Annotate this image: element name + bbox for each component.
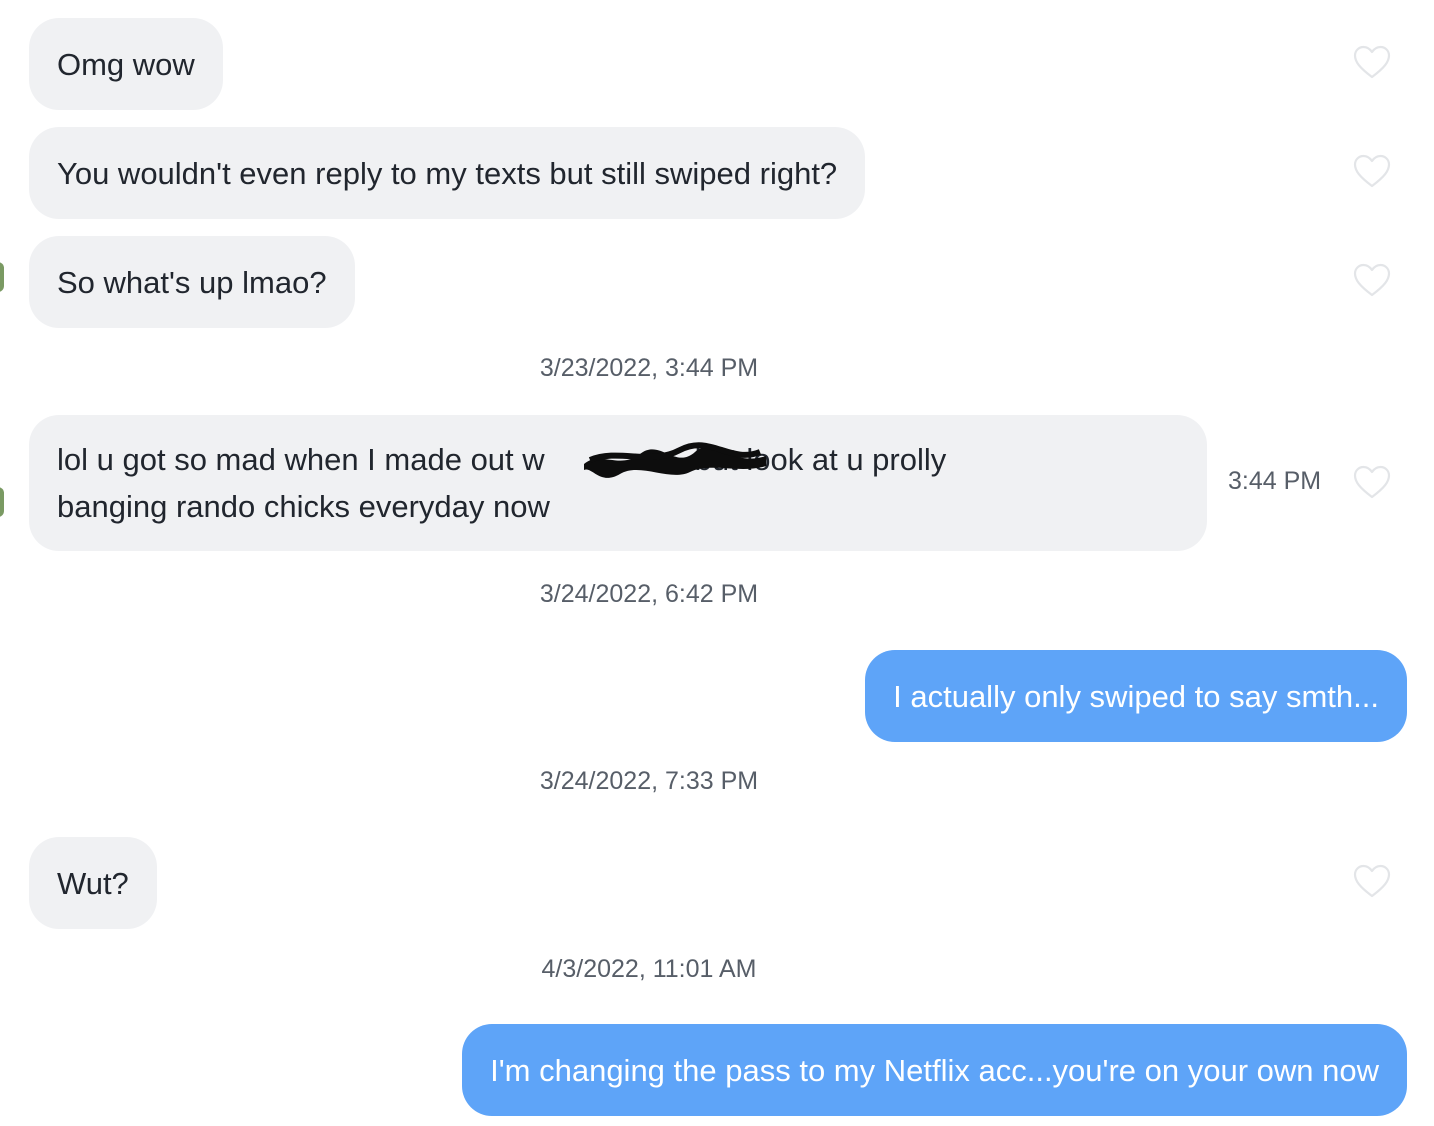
date-separator: 4/3/2022, 11:01 AM — [541, 955, 757, 983]
avatar[interactable] — [0, 262, 4, 292]
avatar[interactable] — [0, 487, 4, 517]
message-bubble-incoming[interactable]: So what's up lmao? — [29, 236, 355, 328]
heart-outline-icon[interactable] — [1352, 43, 1392, 83]
message-bubble-incoming[interactable]: You wouldn't even reply to my texts but … — [29, 127, 866, 219]
message-bubble-outgoing[interactable]: I'm changing the pass to my Netflix acc.… — [462, 1024, 1407, 1116]
heart-outline-icon[interactable] — [1352, 152, 1392, 192]
heart-outline-icon[interactable] — [1352, 862, 1392, 902]
message-bubble-incoming[interactable]: lol u got so mad when I made out w but lo… — [29, 415, 1207, 551]
message-text: You wouldn't even reply to my texts but … — [57, 155, 838, 191]
chat-thread: Omg wow You wouldn't even reply to my te… — [0, 0, 1434, 1126]
date-separator: 3/24/2022, 6:42 PM — [539, 580, 759, 608]
message-text: Wut? — [57, 865, 129, 901]
message-bubble-incoming[interactable]: Wut? — [29, 837, 157, 929]
date-separator: 3/24/2022, 7:33 PM — [539, 767, 759, 795]
message-text: I actually only swiped to say smth... — [893, 678, 1379, 714]
message-text-line-2: banging rando chicks everyday now — [57, 489, 550, 524]
message-text: Omg wow — [57, 46, 195, 82]
message-text: I'm changing the pass to my Netflix acc.… — [490, 1052, 1379, 1088]
message-bubble-outgoing[interactable]: I actually only swiped to say smth... — [865, 650, 1407, 742]
message-bubble-incoming[interactable]: Omg wow — [29, 18, 223, 110]
date-separator: 3/23/2022, 3:44 PM — [539, 354, 759, 382]
heart-outline-icon[interactable] — [1352, 463, 1392, 503]
message-time: 3:44 PM — [1228, 467, 1322, 495]
message-text: So what's up lmao? — [57, 264, 327, 300]
redaction-scribble — [584, 442, 766, 478]
heart-outline-icon[interactable] — [1352, 261, 1392, 301]
